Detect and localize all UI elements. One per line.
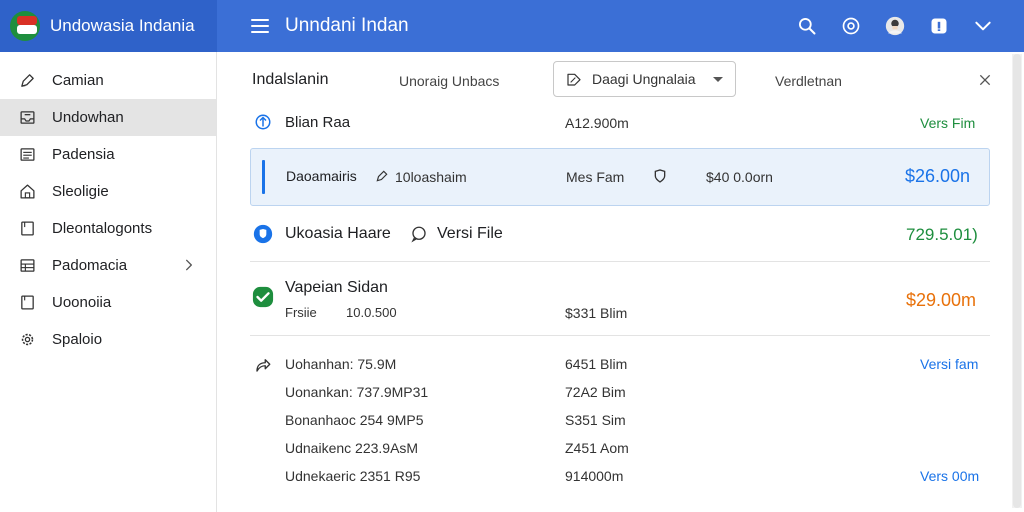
shield-icon xyxy=(654,169,666,183)
search-icon[interactable] xyxy=(792,11,822,41)
item-name: Ukoasia Haare xyxy=(285,225,391,242)
item-label: Mes Fam xyxy=(566,169,625,185)
sidebar-item-label: Undowhan xyxy=(52,109,124,126)
brand-title: Undowasia Indania xyxy=(50,16,195,35)
sidebar-item-label: Uoonoiia xyxy=(52,294,112,311)
sidebar-item-dleontalogonts[interactable]: Dleontalogonts xyxy=(0,210,216,247)
item-name: Blian Raa xyxy=(285,114,351,131)
group-line-mid: 914000m xyxy=(565,468,624,484)
document-icon xyxy=(18,220,36,238)
group-line-left: Udnekaeric 2351 R95 xyxy=(285,468,421,484)
item-sub-label: Frsiie xyxy=(285,305,317,320)
settings-icon[interactable] xyxy=(836,11,866,41)
gear-icon xyxy=(18,331,36,349)
flag-logo-icon xyxy=(10,11,40,41)
notification-icon[interactable] xyxy=(924,11,954,41)
sidebar: Camian Undowhan Padensia Sleoligie Dleon… xyxy=(0,52,217,512)
content-list: Blian Raa A12.900m Vers Fim Daoamairis 1… xyxy=(250,108,990,504)
list-item-group[interactable]: Uohanhan: 75.9M 6451 Blim Versi fam Uona… xyxy=(250,336,990,504)
group-line-left: Udnaikenc 223.9AsM xyxy=(285,440,419,456)
list-item[interactable]: Ukoasia Haare Versi File 729.5.01) xyxy=(250,206,990,262)
tab-sub[interactable]: Unoraig Unbacs xyxy=(399,73,499,89)
main-panel: Indalslanin Unoraig Unbacs Daagi Ungnala… xyxy=(217,52,1024,512)
group-line-mid: S351 Sim xyxy=(565,412,626,428)
sidebar-item-label: Spaloio xyxy=(52,331,103,348)
scrollbar[interactable] xyxy=(1012,54,1022,508)
sidebar-item-spaloio[interactable]: Spaloio xyxy=(0,321,216,358)
home-icon xyxy=(18,183,36,201)
comment-icon xyxy=(411,226,426,243)
item-status[interactable]: Vers Fim xyxy=(920,115,975,131)
item-name: Daoamairis xyxy=(286,168,357,184)
tag-icon xyxy=(567,73,581,86)
top-app-bar: Undowasia Indania Unndani Indan xyxy=(0,0,1024,52)
group-line-left: Uonankan: 737.9MP31 xyxy=(285,384,429,400)
list-item[interactable]: Vapeian Sidan Frsiie 10.0.500 $331 Blim … xyxy=(250,262,990,336)
group-line-left: Bonanhaoc 254 9MP5 xyxy=(285,412,424,428)
grid-icon xyxy=(18,257,36,275)
sidebar-item-uoonoiia[interactable]: Uoonoiia xyxy=(0,284,216,321)
item-total: $29.00m xyxy=(906,290,977,310)
item-amount: A12.900m xyxy=(565,115,629,131)
brand-area[interactable]: Undowasia Indania xyxy=(0,0,217,52)
list-icon xyxy=(18,146,36,164)
group-line-right[interactable]: Versi fam xyxy=(920,356,978,372)
item-total: 729.5.01) xyxy=(906,225,978,244)
group-line-left: Uohanhan: 75.9M xyxy=(285,356,397,372)
pen-icon xyxy=(18,72,36,90)
upload-icon xyxy=(255,114,271,130)
item-total: $26.00n xyxy=(905,166,971,186)
chevron-down-icon[interactable] xyxy=(968,11,998,41)
check-circle-icon xyxy=(252,286,274,308)
sidebar-item-label: Sleoligie xyxy=(52,183,109,200)
list-item[interactable]: Blian Raa A12.900m Vers Fim xyxy=(250,108,990,140)
share-icon xyxy=(256,359,271,372)
selection-indicator xyxy=(262,160,265,194)
close-icon[interactable] xyxy=(977,72,993,88)
item-name: Vapeian Sidan xyxy=(285,279,388,296)
item-note: 10loashaim xyxy=(395,169,467,185)
sidebar-item-padensia[interactable]: Padensia xyxy=(0,136,216,173)
group-line-right[interactable]: Vers 00m xyxy=(920,468,979,484)
sidebar-item-camian[interactable]: Camian xyxy=(0,62,216,99)
tab-main[interactable]: Indalslanin xyxy=(252,71,329,89)
group-line-mid: 72A2 Bim xyxy=(565,384,626,400)
sidebar-item-label: Padensia xyxy=(52,146,115,163)
menu-icon[interactable] xyxy=(251,19,269,33)
item-link[interactable]: Versi File xyxy=(437,225,503,243)
sidebar-item-label: Camian xyxy=(52,72,104,89)
filter-dropdown[interactable]: Daagi Ungnalaia xyxy=(553,61,736,97)
inbox-icon xyxy=(18,109,36,127)
pen-icon xyxy=(376,170,388,182)
sidebar-item-sleoligie[interactable]: Sleoligie xyxy=(0,173,216,210)
sidebar-item-padomacia[interactable]: Padomacia xyxy=(0,247,216,284)
item-amount: $40 0.0orn xyxy=(706,169,773,185)
chevron-right-icon[interactable] xyxy=(182,258,196,272)
sidebar-item-undowhan[interactable]: Undowhan xyxy=(0,99,216,136)
file-icon xyxy=(18,294,36,312)
avatar[interactable] xyxy=(880,11,910,41)
sidebar-item-label: Padomacia xyxy=(52,257,128,274)
tab-bar: Indalslanin Unoraig Unbacs Daagi Ungnala… xyxy=(217,52,1024,108)
dropdown-selected: Daagi Ungnalaia xyxy=(592,71,696,87)
group-line-mid: Z451 Aom xyxy=(565,440,629,456)
tab-version[interactable]: Verdletnan xyxy=(775,73,842,89)
shield-badge-icon xyxy=(253,224,273,244)
item-sub-value: 10.0.500 xyxy=(346,305,397,320)
list-item-selected[interactable]: Daoamairis 10loashaim Mes Fam $40 0.0orn… xyxy=(250,148,990,206)
item-amount: $331 Blim xyxy=(565,305,628,321)
sidebar-item-label: Dleontalogonts xyxy=(52,220,153,237)
app-title: Unndani Indan xyxy=(285,15,409,36)
caret-down-icon xyxy=(713,77,723,82)
group-line-mid: 6451 Blim xyxy=(565,356,628,372)
